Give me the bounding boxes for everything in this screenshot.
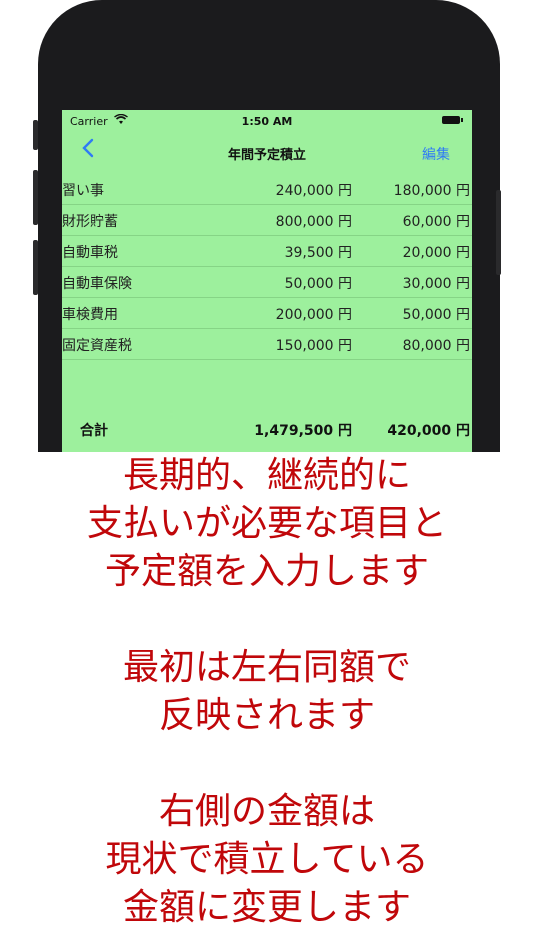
phone-power-button <box>496 190 501 275</box>
saved-amount: 60,000 円 <box>402 214 470 230</box>
planned-amount: 150,000 円 <box>275 338 352 354</box>
saved-amount: 50,000 円 <box>402 307 470 323</box>
promo-caption: 長期的、継続的に 支払いが必要な項目と 予定額を入力します 最初は左右同額で 反… <box>0 452 534 932</box>
caption-line: 支払いが必要な項目と <box>86 503 447 544</box>
battery-icon <box>442 116 463 124</box>
planned-amount: 50,000 円 <box>284 276 352 292</box>
caption-line: 現状で積立している <box>105 839 429 880</box>
caption-line: 反映されます <box>158 695 375 736</box>
status-time: 1:50 AM <box>241 115 293 128</box>
phone-volume-down-button <box>33 240 38 295</box>
total-planned-amount: 1,479,500 円 <box>254 423 352 439</box>
item-name: 自動車保険 <box>62 276 132 292</box>
app-screen: Carrier 1:50 AM 年間予定積立 編集 習い事 240,000 円 … <box>62 110 472 452</box>
navigation-bar: 年間予定積立 編集 <box>62 134 472 170</box>
total-label: 合計 <box>80 423 108 439</box>
caption-line: 右側の金額は <box>158 791 375 832</box>
item-name: 車検費用 <box>62 307 118 323</box>
status-bar: Carrier 1:50 AM <box>62 110 472 132</box>
planned-amount: 200,000 円 <box>275 307 352 323</box>
edit-button[interactable]: 編集 <box>422 144 450 164</box>
table-row[interactable]: 車検費用 200,000 円 50,000 円 <box>62 298 472 329</box>
item-name: 固定資産税 <box>62 338 132 354</box>
phone-side-button <box>33 120 38 150</box>
saved-amount: 30,000 円 <box>402 276 470 292</box>
planned-amount: 240,000 円 <box>275 183 352 199</box>
item-name: 習い事 <box>62 183 104 199</box>
table-row[interactable]: 財形貯蓄 800,000 円 60,000 円 <box>62 205 472 236</box>
items-table: 習い事 240,000 円 180,000 円 財形貯蓄 800,000 円 6… <box>62 174 472 360</box>
table-row[interactable]: 自動車税 39,500 円 20,000 円 <box>62 236 472 267</box>
planned-amount: 39,500 円 <box>284 245 352 261</box>
total-saved-amount: 420,000 円 <box>387 423 470 439</box>
table-row[interactable]: 固定資産税 150,000 円 80,000 円 <box>62 329 472 360</box>
caption-line: 最初は左右同額で <box>122 647 411 688</box>
saved-amount: 80,000 円 <box>402 338 470 354</box>
saved-amount: 20,000 円 <box>402 245 470 261</box>
caption-line: 予定額を入力します <box>104 551 429 592</box>
phone-volume-up-button <box>33 170 38 225</box>
page-title: 年間予定積立 <box>227 148 306 163</box>
caption-line: 金額に変更します <box>122 887 411 928</box>
total-row: 合計 1,479,500 円 420,000 円 <box>62 416 472 446</box>
planned-amount: 800,000 円 <box>275 214 352 230</box>
table-row[interactable]: 習い事 240,000 円 180,000 円 <box>62 174 472 205</box>
table-row[interactable]: 自動車保険 50,000 円 30,000 円 <box>62 267 472 298</box>
caption-line: 長期的、継続的に <box>122 455 411 496</box>
item-name: 自動車税 <box>62 245 118 261</box>
item-name: 財形貯蓄 <box>62 214 118 230</box>
saved-amount: 180,000 円 <box>393 183 470 199</box>
